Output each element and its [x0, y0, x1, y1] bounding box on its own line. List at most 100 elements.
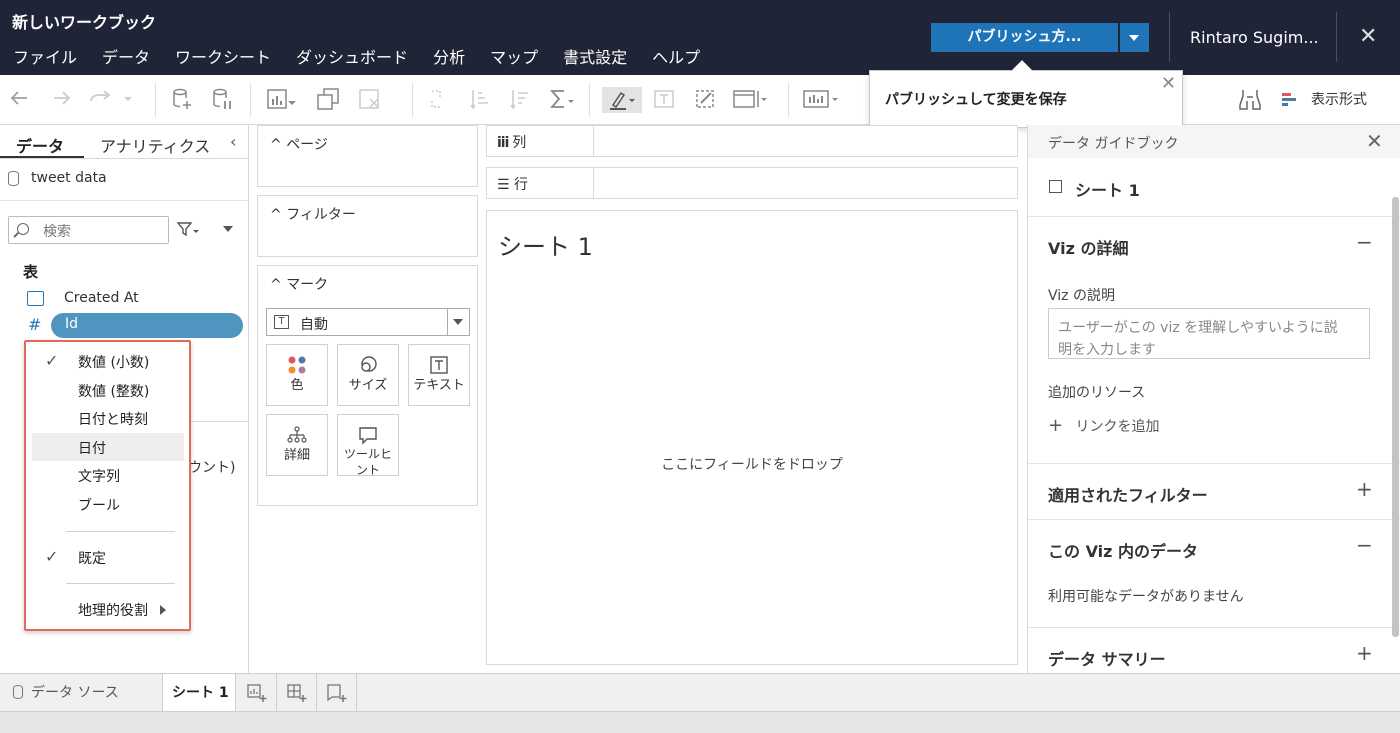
replay-icon[interactable] — [88, 87, 132, 113]
show-me-button[interactable]: 表示形式 — [1280, 87, 1380, 113]
menu-help[interactable]: ヘルプ — [652, 44, 700, 68]
chevron-up-icon: ^ — [270, 277, 287, 293]
data-type-context-menu: ✓ 数値 (小数) 数値 (整数) 日付と時刻 日付 文字列 ブール ✓ 既定 … — [24, 340, 191, 631]
divider — [1169, 12, 1170, 62]
menu-dashboard[interactable]: ダッシュボード — [296, 44, 408, 68]
toolbar-divider — [250, 83, 251, 117]
detail-button[interactable]: 詳細 — [266, 414, 328, 476]
pages-card-title[interactable]: ^ ページ — [270, 134, 328, 154]
database-icon — [13, 685, 23, 699]
new-dashboard-icon[interactable] — [277, 674, 317, 711]
mark-type-select[interactable]: T 自動 — [266, 308, 470, 336]
label-button[interactable]: テキスト — [408, 344, 470, 406]
collapse-icon[interactable]: − — [1356, 230, 1373, 254]
search-input[interactable]: 検索 — [8, 216, 169, 244]
binoculars-icon[interactable] — [1237, 87, 1263, 113]
tooltip-button[interactable]: ツールヒント — [337, 414, 399, 477]
viz-details-heading[interactable]: Viz の詳細 — [1048, 235, 1128, 259]
menu-item-boolean[interactable]: ブール — [32, 490, 184, 518]
new-datasource-icon[interactable] — [170, 87, 194, 113]
tab-data[interactable]: データ — [16, 133, 64, 157]
data-summary-heading[interactable]: データ サマリー — [1048, 646, 1166, 670]
collapse-pane-icon[interactable]: ‹ — [230, 132, 236, 151]
pause-updates-icon[interactable] — [210, 87, 234, 113]
tab-data-source[interactable]: データ ソース — [0, 674, 162, 711]
presentation-mode-icon[interactable] — [802, 87, 842, 113]
collapse-icon[interactable]: − — [1356, 533, 1373, 557]
color-button[interactable]: 色 — [266, 344, 328, 406]
table-heading: 表 — [23, 263, 39, 281]
tab-analytics[interactable]: アナリティクス — [100, 133, 210, 157]
chevron-down-icon[interactable] — [223, 226, 233, 232]
expand-icon[interactable]: + — [1356, 641, 1373, 665]
menu-item-datetime[interactable]: 日付と時刻 — [32, 404, 184, 432]
field-id-selected[interactable]: Id — [51, 313, 243, 338]
menu-file[interactable]: ファイル — [13, 44, 77, 68]
chevron-down-icon — [447, 309, 469, 335]
add-link-button[interactable]: + リンクを追加 — [1048, 415, 1160, 436]
menu-item-geographic-role[interactable]: 地理的役割 — [32, 595, 184, 623]
scrollbar[interactable] — [1392, 197, 1399, 637]
divider — [0, 200, 249, 201]
redo-icon[interactable] — [50, 87, 72, 113]
user-menu[interactable]: Rintaro Sugim... — [1190, 28, 1319, 47]
applied-filters-heading[interactable]: 適用されたフィルター — [1048, 482, 1208, 506]
divider — [1028, 216, 1400, 217]
database-icon — [8, 171, 19, 186]
close-icon[interactable]: ✕ — [1161, 73, 1176, 94]
columns-shelf[interactable]: iii 列 — [486, 125, 1018, 157]
toolbar-divider — [155, 83, 156, 117]
speech-bubble-icon — [338, 425, 398, 445]
annotate-icon[interactable] — [693, 87, 717, 113]
filter-icon[interactable] — [176, 221, 201, 243]
datasource-name[interactable]: tweet data — [31, 170, 107, 186]
menu-item-decimal[interactable]: ✓ 数値 (小数) — [32, 347, 184, 375]
new-story-icon[interactable] — [317, 674, 357, 711]
highlight-icon[interactable] — [602, 87, 642, 113]
data-guide-panel: データ ガイドブック ✕ シート 1 Viz の詳細 − Viz の説明 ユーザ… — [1027, 125, 1400, 673]
menu-format[interactable]: 書式設定 — [563, 44, 627, 68]
status-bar — [0, 711, 1400, 733]
publish-dropdown-button[interactable] — [1120, 23, 1149, 52]
field-created-at[interactable]: Created At — [64, 290, 139, 306]
sheet-title[interactable]: シート 1 — [498, 227, 593, 262]
publish-button[interactable]: パブリッシュ方... — [931, 23, 1118, 52]
close-icon[interactable]: ✕ — [1359, 24, 1377, 49]
menu-data[interactable]: データ — [102, 44, 150, 68]
rows-shelf-label: ☰ 行 — [497, 177, 529, 193]
swap-rows-columns-icon[interactable] — [428, 87, 452, 113]
check-icon: ✓ — [45, 547, 59, 566]
menu-item-integer[interactable]: 数値 (整数) — [32, 376, 184, 404]
expand-icon[interactable]: + — [1356, 477, 1373, 501]
data-in-viz-heading[interactable]: この Viz 内のデータ — [1048, 538, 1198, 562]
viz-description-input[interactable]: ユーザーがこの viz を理解しやすいように説明を入力します — [1048, 308, 1370, 359]
clear-sheet-icon[interactable] — [358, 87, 392, 113]
guide-title: データ ガイドブック — [1048, 136, 1179, 152]
duplicate-sheet-icon[interactable] — [316, 87, 342, 113]
totals-icon[interactable] — [548, 87, 578, 113]
viz-description-placeholder: ユーザーがこの viz を理解しやすいように説明を入力します — [1058, 320, 1338, 358]
sort-ascending-icon[interactable] — [468, 87, 492, 113]
toolbar-divider — [589, 83, 590, 117]
text-mark-icon: T — [274, 315, 289, 329]
new-worksheet-icon[interactable] — [266, 87, 300, 113]
show-labels-icon[interactable] — [653, 87, 677, 113]
rows-shelf[interactable]: ☰ 行 — [486, 167, 1018, 199]
new-worksheet-icon[interactable] — [237, 674, 277, 711]
tab-sheet-1[interactable]: シート 1 — [162, 674, 236, 712]
menu-item-string[interactable]: 文字列 — [32, 461, 184, 489]
menu-worksheet[interactable]: ワークシート — [175, 44, 271, 68]
fit-icon[interactable] — [732, 87, 772, 113]
size-button[interactable]: サイズ — [337, 344, 399, 406]
menu-item-default[interactable]: ✓ 既定 — [32, 543, 184, 571]
marks-card-title[interactable]: ^ マーク — [270, 274, 328, 294]
sort-descending-icon[interactable] — [508, 87, 532, 113]
filters-card-title[interactable]: ^ フィルター — [270, 204, 356, 224]
menu-analysis[interactable]: 分析 — [433, 44, 465, 68]
menu-item-date[interactable]: 日付 — [32, 433, 184, 461]
menu-map[interactable]: マップ — [490, 44, 538, 68]
view-canvas[interactable]: シート 1 ここにフィールドをドロップ — [486, 210, 1018, 665]
close-icon[interactable]: ✕ — [1366, 129, 1383, 153]
undo-icon[interactable] — [9, 87, 31, 113]
measure-count-partial[interactable]: ウント) — [188, 457, 235, 477]
